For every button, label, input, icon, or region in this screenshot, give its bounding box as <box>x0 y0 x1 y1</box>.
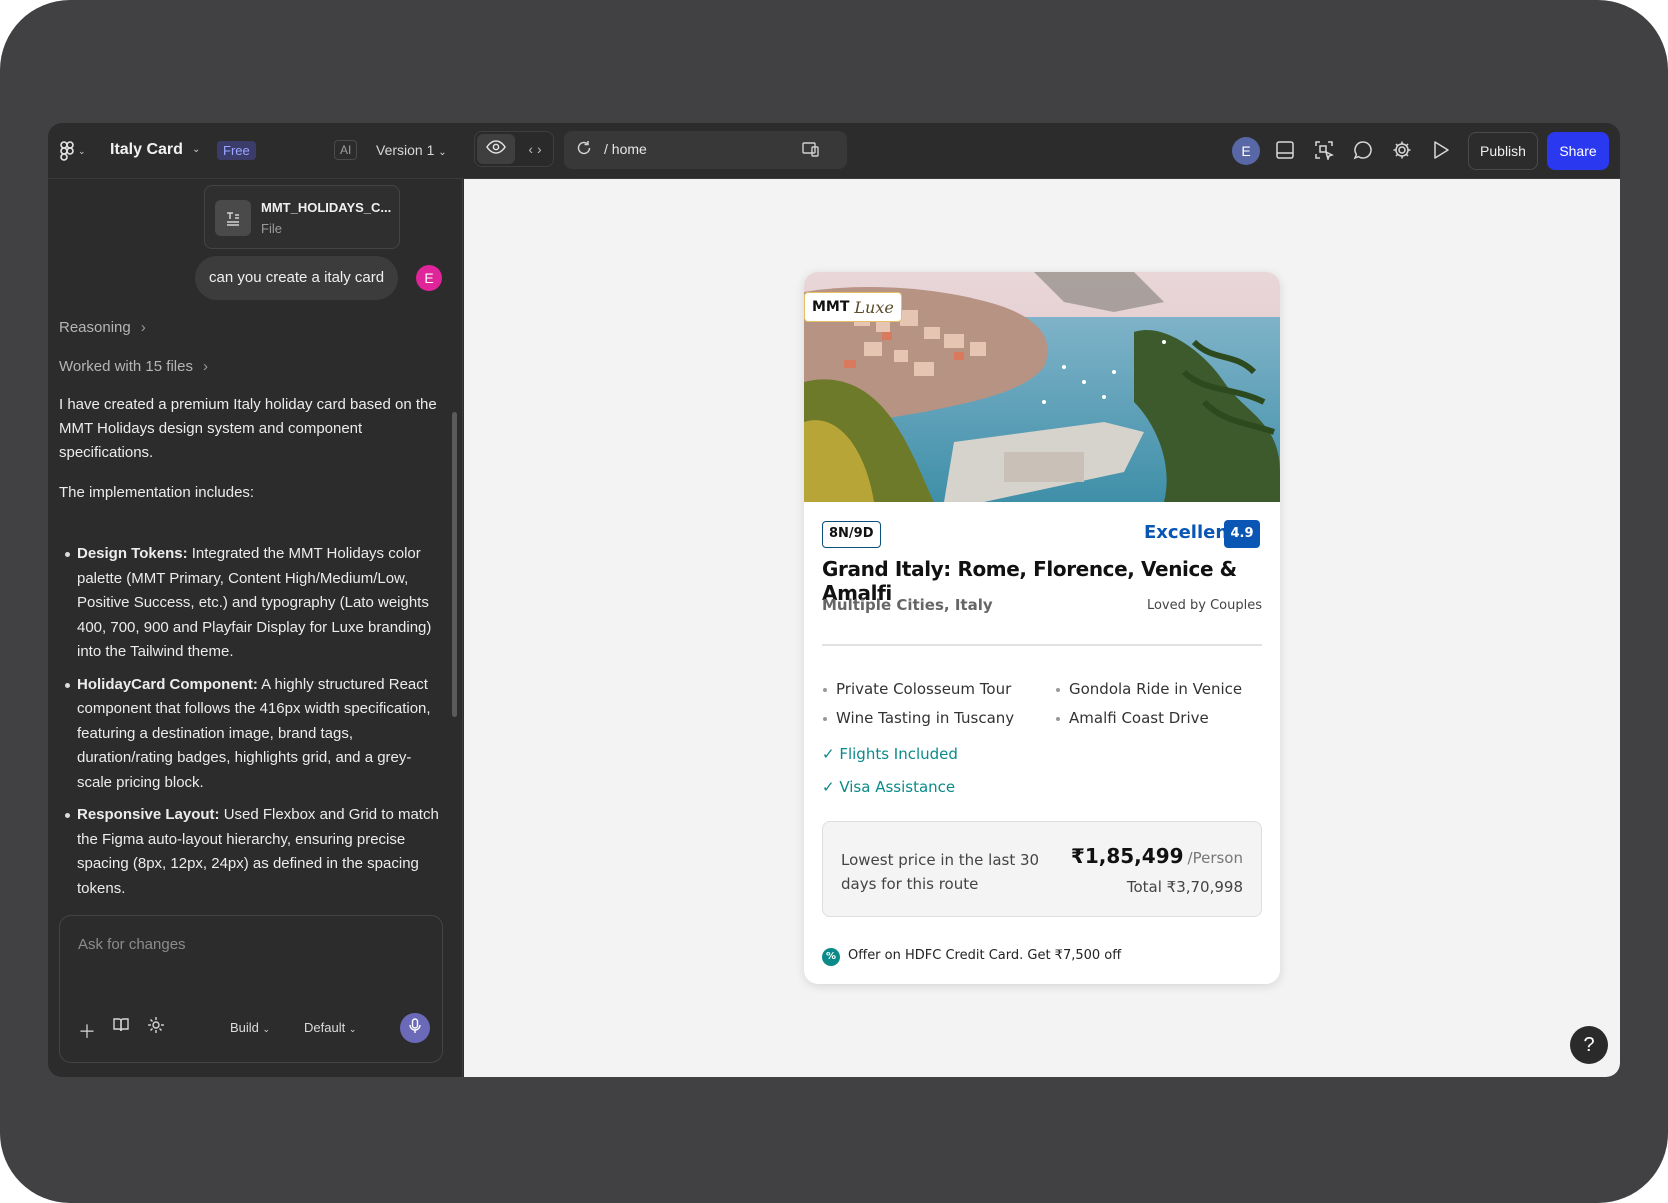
audience-tag: Loved by Couples <box>1146 598 1262 613</box>
microphone-icon <box>408 1017 422 1039</box>
model-dropdown[interactable]: Default ⌄ <box>304 1020 356 1035</box>
select-element-icon[interactable] <box>1311 137 1337 163</box>
code-icon: ‹ › <box>528 141 542 157</box>
offer-text: Offer on HDFC Credit Card. Get ₹7,500 of… <box>848 948 1122 963</box>
files-label: Worked with 15 files <box>59 358 193 375</box>
user-message: can you create a italy card <box>195 256 399 300</box>
mode-dropdown[interactable]: Build ⌄ <box>230 1020 270 1035</box>
holiday-card[interactable]: MMT Luxe 8N/9D Excellent 4.9 Grand Italy… <box>804 272 1280 984</box>
offer-icon: % <box>822 948 840 966</box>
divider <box>822 644 1262 646</box>
mic-button[interactable] <box>400 1013 430 1043</box>
list-item: HolidayCard Component: A highly structur… <box>59 673 443 796</box>
chevron-right-icon: › <box>140 319 146 336</box>
preview-canvas: MMT Luxe 8N/9D Excellent 4.9 Grand Italy… <box>464 179 1620 1077</box>
user-avatar[interactable]: E <box>416 265 442 291</box>
response-bullets: Design Tokens: Integrated the MMT Holida… <box>59 542 443 909</box>
price-amount: ₹1,85,499 <box>1070 844 1184 868</box>
chat-composer: Ask for changes ＋ Build ⌄ Default ⌄ <box>59 915 443 1063</box>
share-button[interactable]: Share <box>1547 132 1609 170</box>
eye-icon <box>486 139 506 159</box>
list-item: Design Tokens: Integrated the MMT Holida… <box>59 542 443 665</box>
bullet-title: HolidayCard Component: <box>77 675 258 693</box>
gear-icon[interactable] <box>1389 137 1415 163</box>
bullet-text: Integrated the MMT Holidays color palett… <box>77 545 432 660</box>
reasoning-toggle[interactable]: Reasoning › <box>59 319 146 336</box>
play-icon[interactable] <box>1428 137 1454 163</box>
price-note: Lowest price in the last 30 days for thi… <box>841 851 1040 893</box>
project-header: ⌄ Italy Card ⌄ Free AI Version 1 ⌄ <box>48 123 463 179</box>
reload-icon[interactable] <box>576 140 592 161</box>
highlight-item: Private Colosseum Tour <box>822 680 1012 698</box>
attachment-name: MMT_HOLIDAYS_C... <box>261 200 392 215</box>
brand-luxe: Luxe <box>854 297 894 317</box>
brand-tag: MMT Luxe <box>804 292 902 322</box>
url-bar[interactable]: / home <box>564 131 847 169</box>
sparkle-icon[interactable] <box>147 1016 165 1039</box>
device-icon[interactable] <box>802 141 820 162</box>
chat-sidebar: MMT_HOLIDAYS_C... File can you create a … <box>48 179 463 1077</box>
chevron-down-icon: ⌄ <box>438 147 447 158</box>
url-path: / home <box>604 141 647 157</box>
price-main: ₹1,85,499/Person <box>1071 844 1243 868</box>
model-label: Default <box>304 1020 346 1035</box>
destination-image: MMT Luxe <box>804 272 1280 502</box>
help-button[interactable]: ? <box>1570 1026 1608 1064</box>
mode-label: Build <box>230 1020 259 1035</box>
preview-button[interactable] <box>477 134 515 164</box>
inclusion-visa: ✓ Visa Assistance <box>822 778 956 796</box>
chevron-down-icon[interactable]: ⌄ <box>192 144 200 155</box>
preview-toolbar: ‹ › / home E Publish Share <box>464 123 1620 179</box>
response-intro: I have created a premium Italy holiday c… <box>59 396 437 461</box>
chevron-down-icon: ⌄ <box>348 1024 357 1034</box>
sidebar-scrollbar[interactable] <box>452 412 457 717</box>
view-toggle: ‹ › <box>474 131 554 167</box>
price-total: Total ₹3,70,998 <box>1126 878 1243 896</box>
duration-badge: 8N/9D <box>822 521 881 548</box>
highlight-item: Gondola Ride in Venice <box>1055 680 1243 698</box>
version-label: Version 1 <box>376 142 435 158</box>
ai-chip[interactable]: AI <box>334 140 358 160</box>
plan-badge: Free <box>217 141 256 160</box>
reasoning-label: Reasoning <box>59 319 131 336</box>
collaborator-avatar[interactable]: E <box>1232 137 1260 165</box>
pricing-block: Lowest price in the last 30 days for thi… <box>822 821 1262 917</box>
figma-logo-icon <box>60 141 74 161</box>
book-icon[interactable] <box>112 1016 130 1039</box>
inclusion-flights: ✓ Flights Included <box>822 745 958 763</box>
attachment-type: File <box>261 221 282 236</box>
bullet-title: Design Tokens: <box>77 545 188 562</box>
app-window: ⌄ Italy Card ⌄ Free AI Version 1 ⌄ MMT_H… <box>48 123 1620 1077</box>
bullet-title: Responsive Layout: <box>77 806 220 823</box>
code-button[interactable]: ‹ › <box>517 134 553 164</box>
panel-icon[interactable] <box>1272 137 1298 163</box>
rating-badge: 4.9 <box>1224 520 1260 548</box>
chevron-right-icon: › <box>202 358 208 375</box>
comment-icon[interactable] <box>1350 137 1376 163</box>
list-item: Responsive Layout: Used Flexbox and Grid… <box>59 803 443 901</box>
price-unit: /Person <box>1187 849 1243 867</box>
version-dropdown[interactable]: Version 1 ⌄ <box>376 142 447 158</box>
plus-icon[interactable]: ＋ <box>78 1018 96 1044</box>
files-toggle[interactable]: Worked with 15 files › <box>59 358 208 375</box>
chevron-down-icon: ⌄ <box>262 1024 271 1034</box>
highlight-item: Amalfi Coast Drive <box>1056 709 1209 727</box>
chevron-down-icon: ⌄ <box>78 145 86 156</box>
rating-text: Excellent <box>1144 522 1237 543</box>
highlight-item: Wine Tasting in Tuscany <box>822 709 1015 727</box>
device-frame: ⌄ Italy Card ⌄ Free AI Version 1 ⌄ MMT_H… <box>0 0 1668 1203</box>
publish-button[interactable]: Publish <box>1468 132 1538 170</box>
composer-input[interactable]: Ask for changes <box>78 936 186 953</box>
card-subtitle: Multiple Cities, Italy <box>822 596 993 614</box>
text-file-icon <box>215 200 251 236</box>
attachment-card[interactable]: MMT_HOLIDAYS_C... File <box>204 185 400 249</box>
project-title[interactable]: Italy Card <box>110 141 183 159</box>
brand-mmt: MMT <box>812 299 850 315</box>
figma-menu[interactable]: ⌄ <box>60 140 96 162</box>
response-lead: The implementation includes: <box>59 484 255 501</box>
